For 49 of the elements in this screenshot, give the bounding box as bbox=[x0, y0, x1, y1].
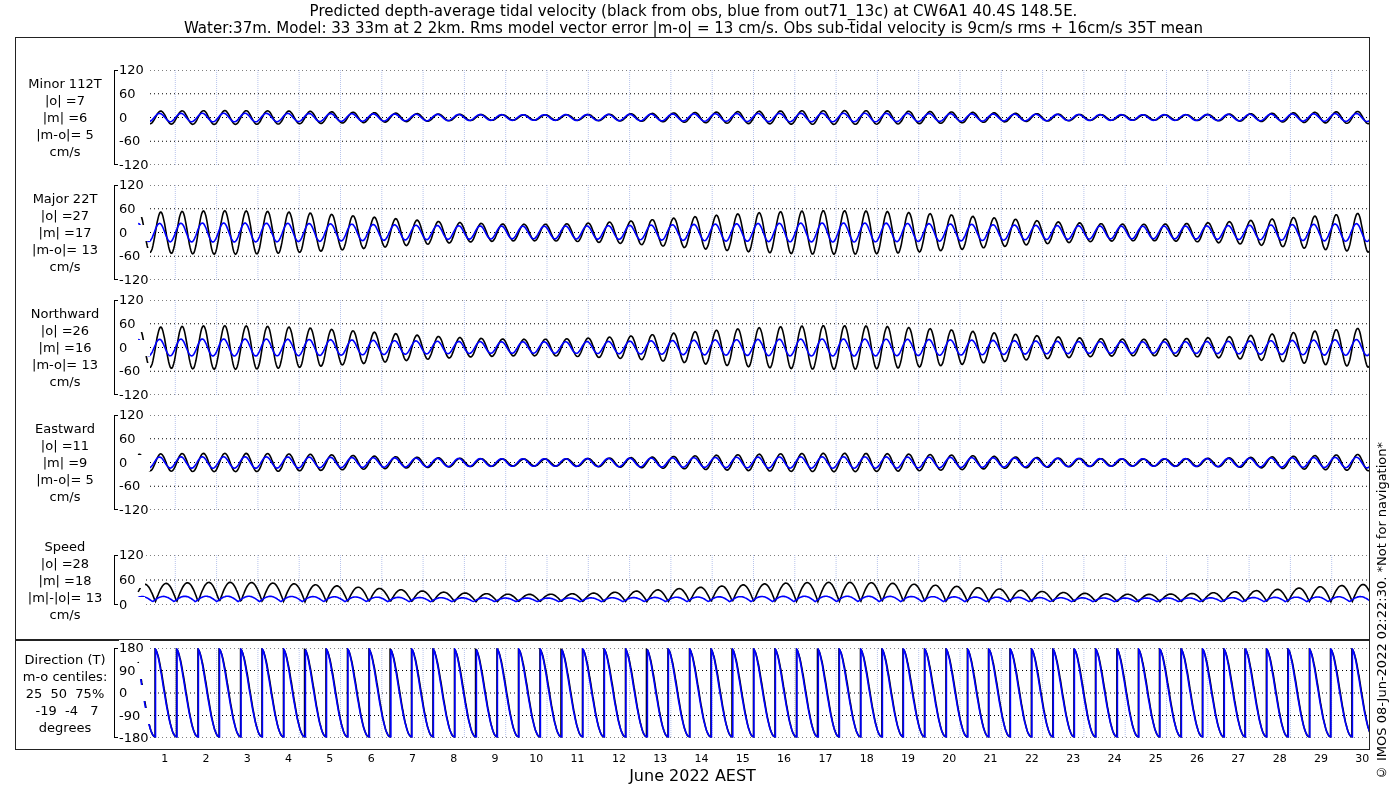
day-tick-label: 11 bbox=[570, 752, 585, 766]
day-tick-label: 21 bbox=[983, 752, 998, 766]
panel-label: Direction (T) m-o centiles: 25 50 75% -19 -4 7 degrees bbox=[21, 650, 109, 736]
day-tick-label: 17 bbox=[818, 752, 833, 766]
day-tick-label: 26 bbox=[1190, 752, 1205, 766]
day-tick-label: 25 bbox=[1148, 752, 1163, 766]
panel-label: Northward |o| =26 |m| =16 |m-o|= 13 cm/s bbox=[29, 305, 101, 390]
day-tick-label: 29 bbox=[1313, 752, 1328, 766]
day-tick-label: 30 bbox=[1355, 752, 1370, 766]
day-tick-label: 3 bbox=[243, 752, 251, 766]
day-tick-label: 14 bbox=[694, 752, 709, 766]
panel-label: Minor 112T |o| =7 |m| =6 |m-o|= 5 cm/s bbox=[27, 75, 103, 160]
day-tick-label: 24 bbox=[1107, 752, 1122, 766]
axis-tick-label: 0 bbox=[119, 224, 150, 241]
day-tick-label: 4 bbox=[285, 752, 293, 766]
credit-note: © IMOS 08-Jun-2022 02:22:30. *Not for navigation* bbox=[1373, 441, 1390, 780]
day-tick-label: 2 bbox=[202, 752, 210, 766]
chart-title: Predicted depth-average tidal velocity (black from obs, blue from out71_13c) at CW6A1 40.4S 148.5E. bbox=[309, 3, 1078, 20]
day-tick-label: 18 bbox=[859, 752, 874, 766]
day-tick-label: 20 bbox=[942, 752, 957, 766]
day-tick-label: 6 bbox=[367, 752, 375, 766]
axis-tick-label: -90 bbox=[119, 707, 150, 724]
axis-tick-label: 0 bbox=[119, 109, 150, 126]
x-axis-label: June 2022 AEST bbox=[629, 766, 756, 786]
day-tick-label: 27 bbox=[1231, 752, 1246, 766]
day-tick-label: 5 bbox=[326, 752, 334, 766]
day-tick-label: 9 bbox=[491, 752, 499, 766]
y-axis bbox=[114, 555, 118, 605]
axis-tick-label: 0 bbox=[119, 685, 150, 701]
chart-title: Water:37m. Model: 33 33m at 2 2km. Rms model vector error |m-o| = 13 cm/s. Obs sub-tidal velocity is 9cm/s rms + 16cm/s 35T mean bbox=[184, 20, 1203, 37]
day-tick-label: 22 bbox=[1024, 752, 1039, 766]
day-tick-label: 19 bbox=[901, 752, 915, 766]
day-tick-label: 12 bbox=[611, 752, 626, 766]
panel-label: Eastward |o| =11 |m| =9 |m-o|= 5 cm/s bbox=[34, 420, 96, 505]
day-tick-label: 10 bbox=[529, 752, 544, 766]
day-tick-label: 23 bbox=[1066, 752, 1081, 766]
panel-label: Speed |o| =28 |m| =18 |m|-|o|= 13 cm/s bbox=[26, 537, 104, 623]
day-tick-label: 1 bbox=[161, 752, 169, 766]
day-tick-label: 7 bbox=[408, 752, 416, 766]
day-tick-label: 13 bbox=[653, 752, 668, 766]
axis-tick-label: 90 bbox=[119, 662, 150, 679]
axis-tick-label: 0 bbox=[119, 339, 150, 356]
panel-label: Major 22T |o| =27 |m| =17 |m-o|= 13 cm/s bbox=[31, 190, 99, 275]
day-tick-label: 16 bbox=[777, 752, 792, 766]
day-tick-label: 28 bbox=[1272, 752, 1287, 766]
day-tick-label: 8 bbox=[450, 752, 458, 766]
day-tick-label: 15 bbox=[735, 752, 750, 766]
axis-tick-label: 60 bbox=[119, 572, 145, 588]
axis-tick-label: 0 bbox=[119, 454, 150, 471]
